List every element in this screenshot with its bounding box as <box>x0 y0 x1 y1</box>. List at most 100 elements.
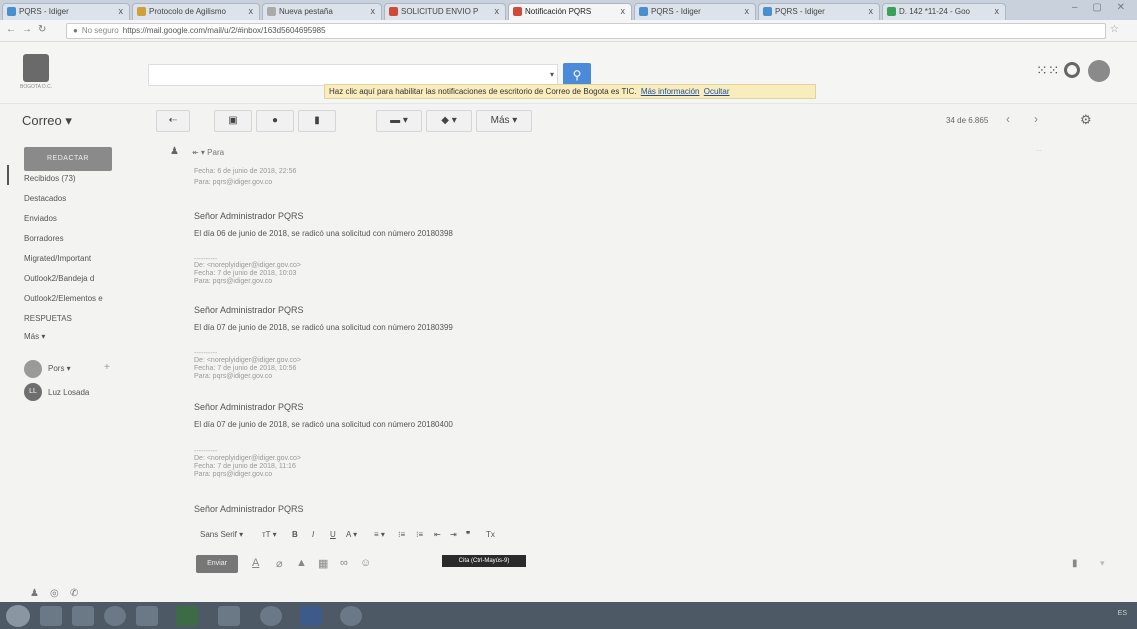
indent-less-button[interactable]: ⇤ <box>434 530 441 539</box>
account-avatar[interactable] <box>1088 60 1110 82</box>
attach-icon[interactable]: ⌀ <box>276 557 283 570</box>
hangout-contact-label[interactable]: Luz Losada <box>48 388 89 397</box>
message-greeting: Señor Administrador PQRS <box>194 402 304 412</box>
more-options-icon[interactable]: ▾ <box>1100 558 1105 569</box>
sidebar-item-outlook-elementos[interactable]: Outlook2/Elementos e <box>24 294 103 303</box>
move-to-button[interactable]: ▬ ▾ <box>376 110 422 132</box>
align-button[interactable]: ≡ ▾ <box>374 530 385 539</box>
close-tab-icon[interactable]: x <box>495 4 500 19</box>
emoji-icon[interactable]: ☺ <box>360 557 371 569</box>
system-tray[interactable]: ES <box>1118 610 1127 617</box>
link-icon[interactable]: ∞ <box>340 557 348 569</box>
archive-button[interactable]: ▣ <box>214 110 252 132</box>
bold-button[interactable]: B <box>292 530 298 539</box>
sidebar-item-drafts[interactable]: Borradores <box>24 234 64 243</box>
bulleted-list-button[interactable]: ⁝≡ <box>416 530 423 539</box>
sidebar-item-outlook-bandeja[interactable]: Outlook2/Bandeja d <box>24 274 94 283</box>
sidebar-item-respuetas[interactable]: RESPUETAS <box>24 314 72 323</box>
avatar[interactable]: LL <box>24 383 42 401</box>
url-input[interactable]: ● No seguro https://mail.google.com/mail/u… <box>66 23 1106 39</box>
tab-protocolo[interactable]: Protocolo de Agilismo x <box>132 3 260 20</box>
message-text: El día 07 de junio de 2018, se radicó un… <box>194 323 453 332</box>
forward-arrow-icon[interactable]: → <box>22 24 32 35</box>
clear-formatting-button[interactable]: Tx <box>486 530 495 539</box>
app-switcher[interactable]: Correo ▾ <box>22 113 72 129</box>
prev-page-icon[interactable]: ‹ <box>1006 112 1010 126</box>
window-controls[interactable]: – ▢ ✕ <box>1072 2 1131 13</box>
excel-icon[interactable] <box>176 606 198 626</box>
sidebar-item-migrated-important[interactable]: Migrated/Important <box>24 254 91 263</box>
back-arrow-icon[interactable]: ← <box>6 24 16 35</box>
chat-bubble-icon[interactable]: ◎ <box>50 588 59 599</box>
tab-drive-doc[interactable]: D. 142 *11-24 - Goo x <box>882 3 1006 20</box>
phone-icon[interactable]: ✆ <box>70 588 78 599</box>
quote-button[interactable]: ❞ <box>466 530 470 539</box>
person-icon[interactable]: ♟ <box>30 588 39 599</box>
taskbar-app-icon[interactable] <box>340 606 362 626</box>
compose-button[interactable]: REDACTAR <box>24 147 112 171</box>
add-hangout-icon[interactable]: + <box>104 362 110 373</box>
taskbar-app-icon[interactable] <box>104 606 126 626</box>
chrome-icon[interactable] <box>260 606 282 626</box>
close-tab-icon[interactable]: x <box>119 4 124 19</box>
info-icon[interactable]: ● <box>73 26 78 35</box>
close-tab-icon[interactable]: x <box>621 4 626 19</box>
bookmark-star-icon[interactable]: ☆ <box>1110 24 1119 35</box>
more-button[interactable]: Más ▾ <box>476 110 532 132</box>
italic-button[interactable]: I <box>312 530 314 539</box>
underline-button[interactable]: U <box>330 530 336 539</box>
start-button[interactable] <box>6 605 30 627</box>
tab-pqrs-idiger-3[interactable]: PQRS - Idiger x <box>758 3 880 20</box>
more-info-link[interactable]: Más información <box>641 87 700 96</box>
close-tab-icon[interactable]: x <box>745 4 750 19</box>
tab-notificacion-pqrs[interactable]: Notificación PQRS x <box>508 3 632 20</box>
avatar[interactable] <box>24 360 42 378</box>
labels-button[interactable]: ◆ ▾ <box>426 110 472 132</box>
search-input[interactable] <box>148 64 558 86</box>
close-tab-icon[interactable]: x <box>249 4 254 19</box>
sidebar-more[interactable]: Más ▾ <box>24 332 45 341</box>
settings-gear-icon[interactable]: ⚙ <box>1080 112 1092 128</box>
discard-draft-icon[interactable]: ▮ <box>1072 558 1078 569</box>
message-greeting: Señor Administrador PQRS <box>194 504 304 514</box>
message-greeting: Señor Administrador PQRS <box>194 305 304 315</box>
sidebar-item-sent[interactable]: Enviados <box>24 214 57 223</box>
text-format-icon[interactable]: A <box>252 557 259 569</box>
hangout-user-label[interactable]: Pors ▾ <box>48 364 71 373</box>
text-color-button[interactable]: A ▾ <box>346 530 357 539</box>
report-spam-button[interactable]: ● <box>256 110 294 132</box>
taskbar-app-icon[interactable] <box>218 606 240 626</box>
indent-more-button[interactable]: ⇥ <box>450 530 457 539</box>
taskbar-app-icon[interactable] <box>136 606 158 626</box>
font-size-select[interactable]: тT ▾ <box>262 530 277 539</box>
tab-pqrs-idiger-1[interactable]: PQRS - Idiger x <box>2 3 130 20</box>
tab-nueva-pestana[interactable]: Nueva pestaña x <box>262 3 382 20</box>
sidebar-item-starred[interactable]: Destacados <box>24 194 66 203</box>
tab-solicitud-envio[interactable]: SOLICITUD ENVIO Px <box>384 3 506 20</box>
search-options-icon[interactable]: ▾ <box>550 70 554 79</box>
apps-grid-icon[interactable]: ⁙⁙ <box>1036 62 1059 79</box>
delete-button[interactable]: ▮ <box>298 110 336 132</box>
close-tab-icon[interactable]: x <box>869 4 874 19</box>
word-icon[interactable] <box>300 606 322 626</box>
notifications-icon[interactable] <box>1064 62 1080 78</box>
hide-link[interactable]: Ocultar <box>704 87 730 96</box>
bogota-logo-icon[interactable] <box>23 54 49 82</box>
close-tab-icon[interactable]: x <box>995 4 1000 19</box>
numbered-list-button[interactable]: ⁝≡ <box>398 530 405 539</box>
reload-icon[interactable]: ↻ <box>38 24 46 35</box>
taskbar-app-icon[interactable] <box>72 606 94 626</box>
sidebar-item-inbox[interactable]: Recibidos (73) <box>24 174 76 183</box>
next-page-icon[interactable]: › <box>1034 112 1038 126</box>
tab-pqrs-idiger-2[interactable]: PQRS - Idiger x <box>634 3 756 20</box>
font-family-select[interactable]: Sans Serif ▾ <box>200 530 243 539</box>
photo-icon[interactable]: ▦ <box>318 557 328 570</box>
back-button[interactable]: ⇠ <box>156 110 190 132</box>
drive-icon[interactable]: ▲ <box>296 557 307 569</box>
message-meta-line: Fecha: 7 de junio de 2018, 10:03 <box>194 270 297 277</box>
close-tab-icon[interactable]: x <box>371 4 376 19</box>
message-text: El día 06 de junio de 2018, se radicó un… <box>194 229 453 238</box>
send-button[interactable]: Enviar <box>196 555 238 573</box>
reply-recipient[interactable]: ↞ ▾ Para <box>192 148 224 157</box>
taskbar-app-icon[interactable] <box>40 606 62 626</box>
